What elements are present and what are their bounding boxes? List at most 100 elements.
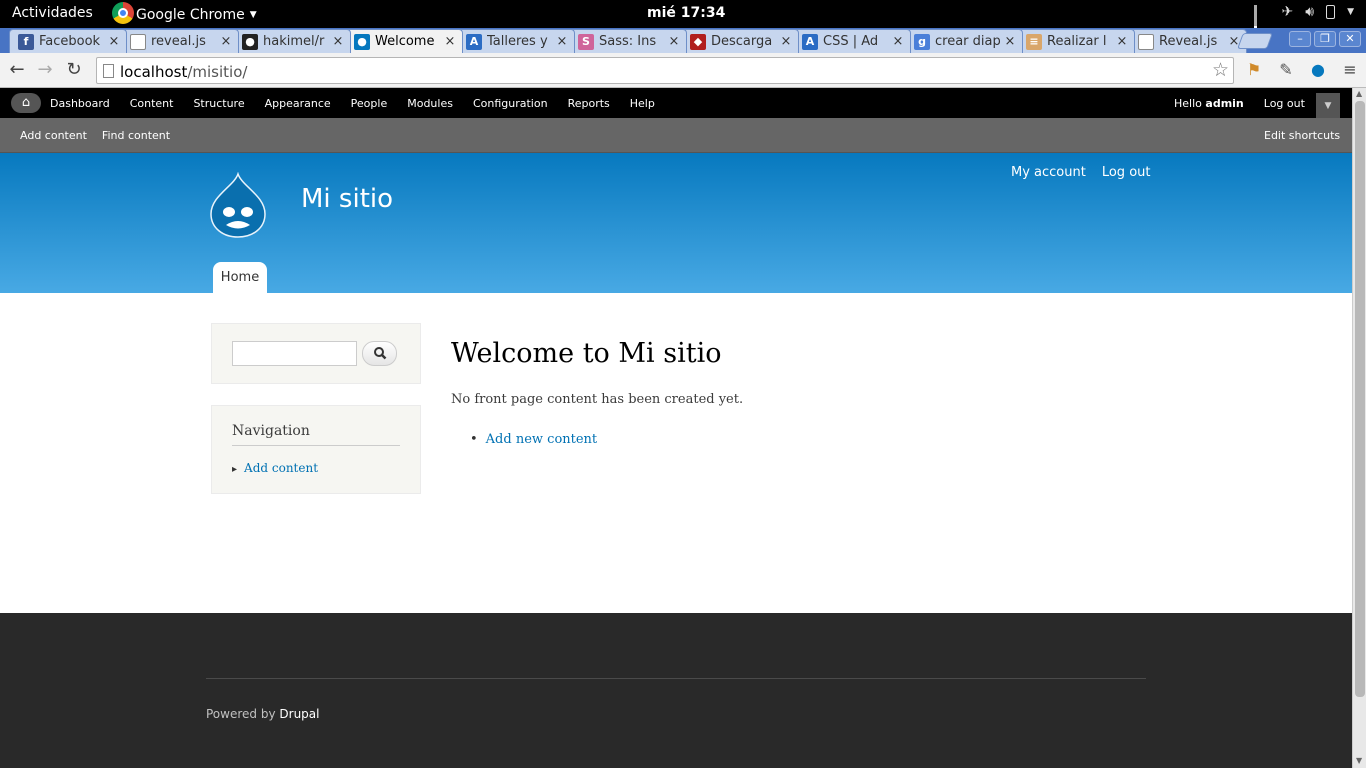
admin-menu-modules[interactable]: Modules <box>407 97 453 110</box>
search-button[interactable] <box>362 341 397 366</box>
browser-tab[interactable]: A CSS | Ad × <box>793 29 911 53</box>
search-input[interactable] <box>232 341 357 366</box>
browser-toolbar: ← → ↻ localhost/misitio/ ☆ ⚑ ✎ ● ≡ <box>0 53 1366 88</box>
scroll-down-icon[interactable]: ▼ <box>1356 756 1362 765</box>
browser-tab[interactable]: f Facebook × <box>9 29 127 53</box>
ruby-icon: ◆ <box>690 33 706 50</box>
back-button[interactable]: ← <box>6 59 28 81</box>
close-tab-icon[interactable]: × <box>332 34 344 49</box>
divider <box>206 678 1146 679</box>
admin-user-menu: Hello admin Log out <box>1174 97 1305 110</box>
close-tab-icon[interactable]: × <box>780 34 792 49</box>
page-title: Welcome to Mi sitio <box>451 338 722 369</box>
url-text: localhost/misitio/ <box>120 63 248 81</box>
facebook-icon: f <box>18 33 34 50</box>
battery-icon <box>1326 5 1336 19</box>
close-tab-icon[interactable]: × <box>444 34 456 49</box>
scroll-up-icon[interactable]: ▲ <box>1356 89 1362 98</box>
menu-icon[interactable]: ≡ <box>1340 60 1360 80</box>
maximize-icon[interactable]: ❐ <box>1314 31 1336 47</box>
browser-tab[interactable]: ◆ Descarga × <box>681 29 799 53</box>
toolbar-drawer-toggle[interactable]: ▼ <box>1316 93 1340 118</box>
system-tray[interactable]: ✈ 🔊︎ ▼ <box>1253 4 1354 39</box>
activities-button[interactable]: Actividades <box>12 5 93 21</box>
logout-link[interactable]: Log out <box>1102 165 1151 180</box>
browser-tab[interactable]: S Sass: Ins × <box>569 29 687 53</box>
browser-tab[interactable]: ≡ Realizar l × <box>1017 29 1135 53</box>
main-menu-home-tab[interactable]: Home <box>213 262 267 293</box>
google-icon: g <box>914 33 930 50</box>
app-menu-label: Google Chrome <box>136 6 245 23</box>
nav-add-content-link[interactable]: Add content <box>232 461 318 475</box>
close-tab-icon[interactable]: × <box>108 34 120 49</box>
new-tab-button[interactable] <box>1237 33 1273 49</box>
close-tab-icon[interactable]: × <box>556 34 568 49</box>
admin-menu-appearance[interactable]: Appearance <box>265 97 331 110</box>
chrome-logo-icon <box>112 2 134 24</box>
close-window-icon[interactable]: ✕ <box>1339 31 1361 47</box>
tab-title: Facebook <box>39 34 101 49</box>
navigation-block: Navigation Add content <box>211 405 421 494</box>
bookmark-extension-icon[interactable]: ⚑ <box>1244 60 1264 80</box>
close-tab-icon[interactable]: × <box>1004 34 1016 49</box>
minimize-icon[interactable]: – <box>1289 31 1311 47</box>
admin-logout-link[interactable]: Log out <box>1264 97 1305 110</box>
tab-title: CSS | Ad <box>823 34 879 49</box>
close-tab-icon[interactable]: × <box>892 34 904 49</box>
shortcut-find-content[interactable]: Find content <box>102 129 170 142</box>
admin-menu: Dashboard Content Structure Appearance Peopl… <box>50 97 655 110</box>
divider <box>232 445 400 446</box>
clock[interactable]: mié 17:34 <box>647 5 725 21</box>
tab-title: Realizar l <box>1047 34 1107 49</box>
address-bar[interactable]: localhost/misitio/ ☆ <box>96 57 1234 84</box>
tab-title: Welcome <box>375 34 435 49</box>
shortcut-links: Add content Find content <box>20 129 170 142</box>
browser-tab[interactable]: g crear diap × <box>905 29 1023 53</box>
page-scrollbar[interactable]: ▲ ▼ <box>1352 88 1366 768</box>
tab-title: hakimel/r <box>263 34 325 49</box>
secondary-menu: My account Log out <box>1011 165 1151 180</box>
browser-tab[interactable]: Reveal.js × <box>1129 29 1247 53</box>
volume-icon: 🔊︎ <box>1305 4 1315 20</box>
tab-title: Descarga <box>711 34 773 49</box>
scrollbar-thumb[interactable] <box>1355 101 1365 697</box>
search-icon <box>373 347 386 360</box>
home-icon[interactable]: ⌂ <box>11 93 41 113</box>
close-tab-icon[interactable]: × <box>668 34 680 49</box>
browser-tab[interactable]: ● Welcome × <box>345 29 463 53</box>
shortcut-add-content[interactable]: Add content <box>20 129 87 142</box>
edit-shortcuts-link[interactable]: Edit shortcuts <box>1264 129 1340 142</box>
admin-menu-help[interactable]: Help <box>630 97 655 110</box>
admin-menu-structure[interactable]: Structure <box>193 97 244 110</box>
github-icon: ● <box>242 33 258 50</box>
browser-tab-strip: Reveal.js × ≡ Realizar l × g crear diap × A CSS |… <box>0 28 1366 53</box>
drupal-icon: ● <box>354 33 370 50</box>
app-menu[interactable]: Google Chrome ▼ <box>112 2 257 24</box>
close-tab-icon[interactable]: × <box>220 34 232 49</box>
close-tab-icon[interactable]: × <box>1116 34 1128 49</box>
tab-title: reveal.js <box>151 34 206 49</box>
bookmark-star-icon[interactable]: ☆ <box>1212 59 1229 81</box>
page-icon <box>103 64 114 78</box>
browser-tab[interactable]: A Talleres y × <box>457 29 575 53</box>
browser-tab[interactable]: ● hakimel/r × <box>233 29 351 53</box>
site-header: Mi sitio My account Log out Home <box>0 153 1352 293</box>
color-picker-extension-icon[interactable]: ✎ <box>1276 60 1296 80</box>
admin-menu-people[interactable]: People <box>351 97 388 110</box>
my-account-link[interactable]: My account <box>1011 165 1086 180</box>
browser-tab[interactable]: reveal.js × <box>121 29 239 53</box>
search-block <box>211 323 421 384</box>
admin-menu-content[interactable]: Content <box>130 97 174 110</box>
aprenderaprogramar-icon: A <box>466 33 482 50</box>
hello-user[interactable]: Hello admin <box>1174 97 1244 110</box>
forward-button[interactable]: → <box>34 59 56 81</box>
admin-menu-dashboard[interactable]: Dashboard <box>50 97 110 110</box>
add-new-content-link[interactable]: Add new content <box>470 432 597 447</box>
drupal-extension-icon[interactable]: ● <box>1308 60 1328 80</box>
drupal-logo-icon[interactable] <box>209 172 267 238</box>
reload-button[interactable]: ↻ <box>63 59 85 81</box>
admin-menu-reports[interactable]: Reports <box>568 97 610 110</box>
drupal-link[interactable]: Drupal <box>279 707 319 721</box>
site-name[interactable]: Mi sitio <box>301 184 393 214</box>
admin-menu-configuration[interactable]: Configuration <box>473 97 548 110</box>
